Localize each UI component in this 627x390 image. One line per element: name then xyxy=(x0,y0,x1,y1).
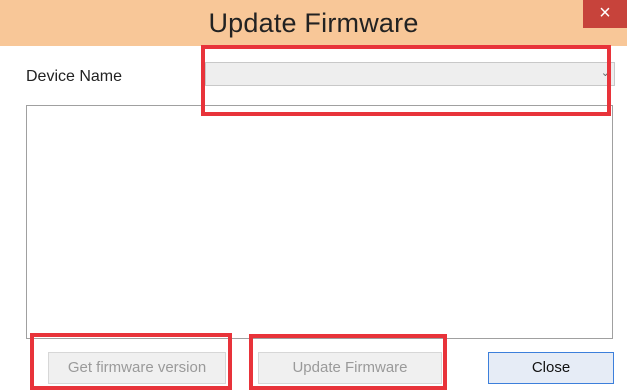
device-name-label: Device Name xyxy=(26,68,123,85)
window-title: Update Firmware xyxy=(208,8,419,38)
get-firmware-version-button[interactable]: Get firmware version xyxy=(48,352,226,384)
update-firmware-window: Update Firmware × Device Name ⌄ Get firm… xyxy=(0,0,627,390)
device-name-dropdown[interactable]: ⌄ xyxy=(205,62,615,86)
close-icon: × xyxy=(599,2,611,24)
title-bar: Update Firmware × xyxy=(0,0,627,46)
chevron-down-icon: ⌄ xyxy=(600,67,610,79)
window-close-button[interactable]: × xyxy=(583,0,627,28)
firmware-output-area[interactable] xyxy=(26,105,613,339)
update-firmware-button[interactable]: Update Firmware xyxy=(258,352,442,384)
close-button[interactable]: Close xyxy=(488,352,614,384)
